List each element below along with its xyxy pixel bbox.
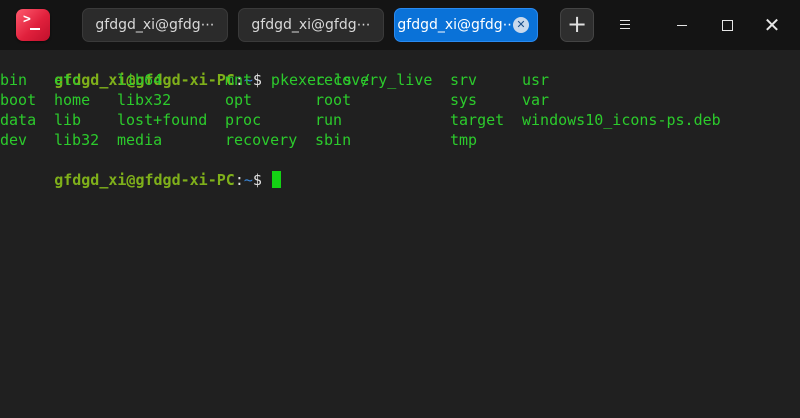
ls-entry: recovery_live [315,71,433,89]
ls-entry: sbin [315,131,352,149]
ls-entry: lib64 [117,71,163,89]
prompt-user: gfdgd_xi@gfdgd-xi-PC [54,171,235,189]
tab-1[interactable]: gfdgd_xi@gfdg⋯ [82,8,228,42]
ls-entry: proc [225,111,262,129]
ls-entry: lib [54,111,82,129]
tab-3-active[interactable]: gfdgd_xi@gfdg⋯ ✕ [394,8,538,42]
plus-icon: + [566,10,588,38]
ls-entry: windows10_icons-ps.deb [522,111,721,129]
ls-entry: usr [522,71,550,89]
close-icon: ✕ [763,13,781,37]
ls-entry: dev [0,131,28,149]
prompt-colon: : [234,171,244,189]
maximize-icon [722,20,733,31]
tab-label: gfdgd_xi@gfdg⋯ [95,17,215,33]
ls-entry: mnt [225,71,253,89]
menu-button[interactable] [610,10,640,40]
ls-entry: bin [0,71,28,89]
tab-close-icon[interactable]: ✕ [513,17,529,33]
tab-2[interactable]: gfdgd_xi@gfdg⋯ [238,8,384,42]
minimize-icon [677,25,687,26]
ls-entry: recovery [225,131,298,149]
close-button[interactable]: ✕ [757,10,787,40]
ls-entry: srv [450,71,478,89]
prompt-dollar: $ [252,171,262,189]
ls-row: boot home libx32 opt root sys var [0,90,800,110]
ls-entry: opt [225,91,253,109]
tab-label: gfdgd_xi@gfdg⋯ [397,17,517,33]
prompt-line: gfdgd_xi@gfdgd-xi-PC:~$ [0,150,800,189]
prompt-path: ~ [243,171,253,189]
terminal-app-icon: > [16,9,50,41]
ls-row: data lib lost+found proc run target windows10_… [0,110,800,130]
ls-entry: libx32 [117,91,172,109]
title-bar[interactable]: > gfdgd_xi@gfdg⋯ gfdgd_xi@gfdg⋯ gfdgd_xi… [0,0,800,50]
ls-entry: media [117,131,163,149]
command-line: gfdgd_xi@gfdgd-xi-PC:~$ pkexec ls / [0,50,800,89]
maximize-button[interactable] [712,10,742,40]
text-cursor [271,171,281,188]
ls-entry: var [522,91,550,109]
terminal-output[interactable]: gfdgd_xi@gfdgd-xi-PC:~$ pkexec ls / bin e… [0,50,800,418]
ls-entry: home [54,91,91,109]
ls-entry: tmp [450,131,478,149]
ls-entry: root [315,91,352,109]
terminal-window: > gfdgd_xi@gfdg⋯ gfdgd_xi@gfdg⋯ gfdgd_xi… [0,0,800,418]
ls-row: bin etc lib64 mnt recovery_live srv usr [0,70,800,90]
ls-entry: target [450,111,505,129]
new-tab-button[interactable]: + [560,8,594,42]
ls-entry: boot [0,91,37,109]
ls-entry: etc [54,71,82,89]
ls-row: dev lib32 media recovery sbin tmp [0,130,800,150]
ls-entry: lost+found [117,111,208,129]
ls-entry: sys [450,91,478,109]
ls-entry: data [0,111,37,129]
ls-output: bin etc lib64 mnt recovery_live srv usr boot hom… [0,70,800,150]
tab-label: gfdgd_xi@gfdg⋯ [251,17,371,33]
ls-entry: run [315,111,343,129]
ls-entry: lib32 [54,131,100,149]
minimize-button[interactable] [667,10,697,40]
